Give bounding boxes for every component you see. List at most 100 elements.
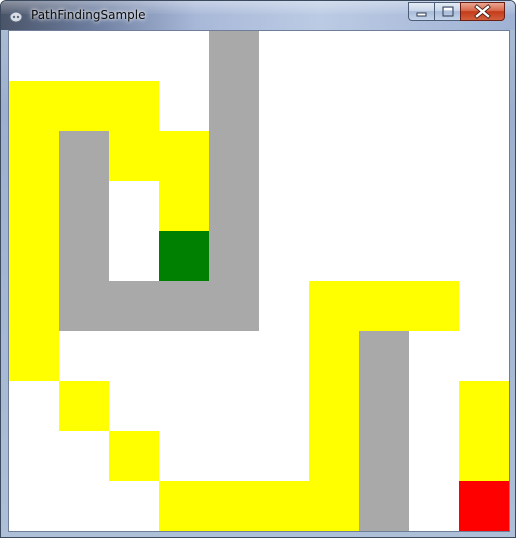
empty-cell[interactable] bbox=[359, 81, 409, 131]
empty-cell[interactable] bbox=[259, 31, 309, 81]
path-cell[interactable] bbox=[9, 181, 59, 231]
path-cell[interactable] bbox=[109, 431, 159, 481]
path-cell[interactable] bbox=[9, 281, 59, 331]
empty-cell[interactable] bbox=[459, 231, 509, 281]
empty-cell[interactable] bbox=[359, 231, 409, 281]
path-cell[interactable] bbox=[309, 481, 359, 531]
path-cell[interactable] bbox=[9, 231, 59, 281]
wall-cell[interactable] bbox=[59, 281, 109, 331]
path-cell[interactable] bbox=[9, 331, 59, 381]
empty-cell[interactable] bbox=[159, 431, 209, 481]
pathfinding-grid[interactable] bbox=[9, 31, 509, 531]
empty-cell[interactable] bbox=[109, 481, 159, 531]
path-cell[interactable] bbox=[109, 81, 159, 131]
empty-cell[interactable] bbox=[409, 331, 459, 381]
empty-cell[interactable] bbox=[159, 81, 209, 131]
path-cell[interactable] bbox=[9, 131, 59, 181]
empty-cell[interactable] bbox=[259, 431, 309, 481]
wall-cell[interactable] bbox=[209, 81, 259, 131]
path-cell[interactable] bbox=[259, 481, 309, 531]
empty-cell[interactable] bbox=[409, 481, 459, 531]
path-cell[interactable] bbox=[409, 281, 459, 331]
empty-cell[interactable] bbox=[459, 281, 509, 331]
empty-cell[interactable] bbox=[409, 381, 459, 431]
empty-cell[interactable] bbox=[409, 181, 459, 231]
empty-cell[interactable] bbox=[109, 331, 159, 381]
title-bar[interactable]: PathFindingSample bbox=[1, 1, 515, 30]
path-cell[interactable] bbox=[459, 431, 509, 481]
wall-cell[interactable] bbox=[209, 181, 259, 231]
empty-cell[interactable] bbox=[109, 381, 159, 431]
empty-cell[interactable] bbox=[109, 31, 159, 81]
empty-cell[interactable] bbox=[59, 31, 109, 81]
empty-cell[interactable] bbox=[209, 431, 259, 481]
wall-cell[interactable] bbox=[209, 281, 259, 331]
app-icon[interactable] bbox=[8, 8, 24, 24]
empty-cell[interactable] bbox=[159, 31, 209, 81]
wall-cell[interactable] bbox=[209, 231, 259, 281]
path-cell[interactable] bbox=[309, 431, 359, 481]
close-button[interactable] bbox=[460, 2, 505, 21]
path-cell[interactable] bbox=[59, 81, 109, 131]
path-cell[interactable] bbox=[159, 481, 209, 531]
empty-cell[interactable] bbox=[409, 31, 459, 81]
empty-cell[interactable] bbox=[409, 431, 459, 481]
wall-cell[interactable] bbox=[59, 231, 109, 281]
path-cell[interactable] bbox=[309, 331, 359, 381]
wall-cell[interactable] bbox=[359, 381, 409, 431]
path-cell[interactable] bbox=[309, 381, 359, 431]
empty-cell[interactable] bbox=[409, 131, 459, 181]
empty-cell[interactable] bbox=[259, 181, 309, 231]
path-cell[interactable] bbox=[159, 181, 209, 231]
empty-cell[interactable] bbox=[9, 431, 59, 481]
wall-cell[interactable] bbox=[209, 131, 259, 181]
empty-cell[interactable] bbox=[59, 481, 109, 531]
minimize-button[interactable] bbox=[408, 2, 434, 21]
empty-cell[interactable] bbox=[459, 331, 509, 381]
empty-cell[interactable] bbox=[9, 31, 59, 81]
path-cell[interactable] bbox=[209, 481, 259, 531]
wall-cell[interactable] bbox=[359, 431, 409, 481]
empty-cell[interactable] bbox=[409, 81, 459, 131]
path-cell[interactable] bbox=[359, 281, 409, 331]
empty-cell[interactable] bbox=[459, 181, 509, 231]
empty-cell[interactable] bbox=[359, 131, 409, 181]
wall-cell[interactable] bbox=[109, 281, 159, 331]
path-cell[interactable] bbox=[459, 381, 509, 431]
empty-cell[interactable] bbox=[209, 381, 259, 431]
empty-cell[interactable] bbox=[459, 31, 509, 81]
empty-cell[interactable] bbox=[359, 181, 409, 231]
empty-cell[interactable] bbox=[209, 331, 259, 381]
empty-cell[interactable] bbox=[309, 131, 359, 181]
empty-cell[interactable] bbox=[459, 131, 509, 181]
empty-cell[interactable] bbox=[309, 231, 359, 281]
empty-cell[interactable] bbox=[59, 431, 109, 481]
empty-cell[interactable] bbox=[259, 381, 309, 431]
path-cell[interactable] bbox=[59, 381, 109, 431]
goal-cell[interactable] bbox=[459, 481, 509, 531]
wall-cell[interactable] bbox=[59, 131, 109, 181]
empty-cell[interactable] bbox=[309, 31, 359, 81]
empty-cell[interactable] bbox=[109, 181, 159, 231]
start-cell[interactable] bbox=[159, 231, 209, 281]
grid-canvas[interactable] bbox=[9, 31, 509, 531]
empty-cell[interactable] bbox=[109, 231, 159, 281]
wall-cell[interactable] bbox=[359, 481, 409, 531]
empty-cell[interactable] bbox=[9, 381, 59, 431]
empty-cell[interactable] bbox=[309, 181, 359, 231]
wall-cell[interactable] bbox=[159, 281, 209, 331]
wall-cell[interactable] bbox=[59, 181, 109, 231]
empty-cell[interactable] bbox=[59, 331, 109, 381]
path-cell[interactable] bbox=[159, 131, 209, 181]
empty-cell[interactable] bbox=[259, 81, 309, 131]
wall-cell[interactable] bbox=[209, 31, 259, 81]
empty-cell[interactable] bbox=[409, 231, 459, 281]
empty-cell[interactable] bbox=[259, 331, 309, 381]
path-cell[interactable] bbox=[9, 81, 59, 131]
path-cell[interactable] bbox=[309, 281, 359, 331]
maximize-button[interactable] bbox=[434, 2, 460, 21]
empty-cell[interactable] bbox=[259, 131, 309, 181]
wall-cell[interactable] bbox=[359, 331, 409, 381]
empty-cell[interactable] bbox=[359, 31, 409, 81]
empty-cell[interactable] bbox=[259, 281, 309, 331]
